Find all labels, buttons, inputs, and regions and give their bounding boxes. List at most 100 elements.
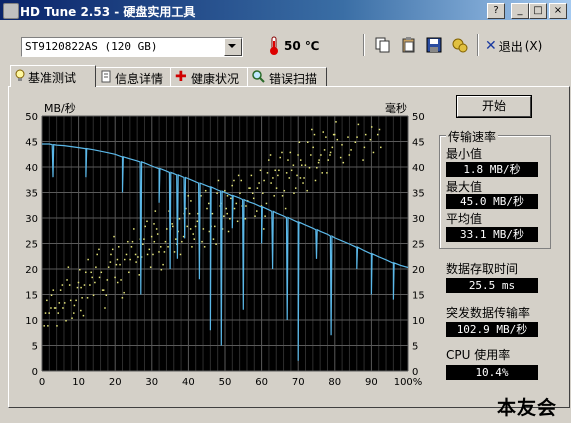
access-time-point: [156, 233, 159, 235]
access-time-point: [127, 240, 129, 243]
maximize-button[interactable]: □: [529, 3, 547, 19]
x-tick-label: 80: [328, 377, 341, 388]
access-time-point: [125, 253, 128, 256]
access-time-value: 25.5 ms: [446, 278, 538, 293]
x-tick-label: 40: [182, 377, 195, 388]
access-time-point: [105, 294, 108, 296]
x-tick-label: 10: [72, 377, 85, 388]
access-time-point: [363, 146, 366, 149]
access-time-point: [191, 246, 193, 248]
access-time-point: [187, 195, 190, 197]
access-time-point: [46, 299, 48, 302]
access-time-point: [341, 144, 343, 146]
access-time-point: [278, 169, 280, 172]
exit-shortcut: (X): [524, 39, 543, 53]
access-time-point: [212, 238, 215, 240]
access-time-point: [52, 289, 55, 291]
access-time-point: [296, 174, 298, 177]
access-time-point: [235, 202, 238, 205]
x-tick-label: 90: [365, 377, 378, 388]
access-time-point: [254, 215, 256, 217]
access-time-point: [167, 246, 169, 248]
access-time-point: [357, 123, 360, 126]
access-time-point: [117, 246, 120, 248]
access-time-point: [306, 189, 308, 192]
access-time-point: [194, 225, 197, 228]
access-time-point: [329, 154, 331, 156]
access-time-point: [179, 253, 182, 256]
access-time-point: [102, 289, 105, 291]
access-time-point: [47, 325, 49, 327]
access-time-point: [229, 218, 231, 220]
access-time-point: [59, 289, 62, 291]
access-time-point: [258, 182, 260, 184]
access-time-point: [92, 294, 95, 296]
access-time-point: [155, 228, 158, 230]
cpu-usage-value: 10.4%: [446, 365, 538, 380]
help-button[interactable]: ?: [487, 3, 505, 19]
access-time-point: [69, 299, 72, 302]
access-time-point: [100, 271, 103, 274]
tab-benchmark[interactable]: 基准测试: [10, 65, 96, 87]
access-time-point: [275, 187, 278, 189]
access-time-point: [329, 151, 332, 154]
access-time-point: [225, 207, 227, 210]
y-left-tick-label: 0: [32, 367, 38, 378]
access-time-point: [226, 195, 229, 197]
access-time-point: [369, 138, 372, 141]
access-time-point: [256, 187, 259, 189]
start-button[interactable]: 开始: [457, 96, 531, 117]
access-time-point: [289, 151, 292, 154]
access-time-point: [372, 151, 375, 154]
access-time-point: [216, 192, 218, 194]
access-time-point: [48, 312, 50, 314]
access-time-point: [172, 225, 174, 228]
access-time-point: [133, 228, 135, 230]
access-time-point: [326, 172, 328, 174]
access-time-point: [298, 141, 301, 143]
access-time-point: [76, 286, 79, 289]
avg-label: 平均值: [446, 212, 483, 226]
burst-rate-value: 102.9 MB/秒: [446, 322, 538, 337]
access-time-point: [277, 174, 279, 177]
access-time-point: [206, 207, 208, 210]
access-time-point: [273, 195, 275, 197]
access-time-point: [336, 138, 339, 141]
access-time-point: [90, 271, 92, 274]
access-time-point: [312, 146, 314, 149]
access-time-point: [264, 215, 266, 217]
y-left-tick-label: 25: [25, 240, 38, 251]
max-value: 45.0 MB/秒: [446, 194, 538, 209]
access-time-point: [376, 133, 379, 136]
exit-button[interactable]: ✕ 退出 (X): [485, 37, 542, 55]
access-time-point: [265, 202, 268, 205]
access-time-point: [98, 276, 101, 279]
close-button[interactable]: ×: [549, 3, 567, 19]
access-time-point: [116, 281, 119, 284]
access-time-point: [211, 212, 214, 215]
access-time-point: [129, 258, 131, 261]
y-right-tick-label: 50: [412, 112, 425, 123]
y-left-tick-label: 50: [25, 112, 38, 123]
access-time-point: [152, 253, 154, 256]
transfer-rate-title: 传输速率: [446, 128, 499, 145]
access-time-point: [339, 156, 342, 159]
minimize-button[interactable]: _: [511, 3, 529, 19]
access-time-point: [175, 238, 177, 240]
access-time-point: [245, 205, 247, 207]
access-time-point: [285, 172, 288, 174]
access-time-point: [85, 271, 87, 274]
y-left-tick-label: 15: [25, 291, 38, 302]
access-time-point: [342, 161, 345, 164]
access-time-point: [58, 302, 61, 304]
access-time-point: [193, 238, 196, 240]
options-icon[interactable]: [451, 36, 469, 54]
access-time-point: [63, 302, 66, 304]
access-time-point: [204, 189, 207, 192]
access-time-point: [186, 225, 188, 228]
access-time-point: [173, 251, 176, 253]
access-time-point: [110, 253, 112, 256]
x-tick-label: 50: [219, 377, 232, 388]
access-time-point: [128, 271, 130, 274]
access-time-point: [249, 187, 251, 189]
